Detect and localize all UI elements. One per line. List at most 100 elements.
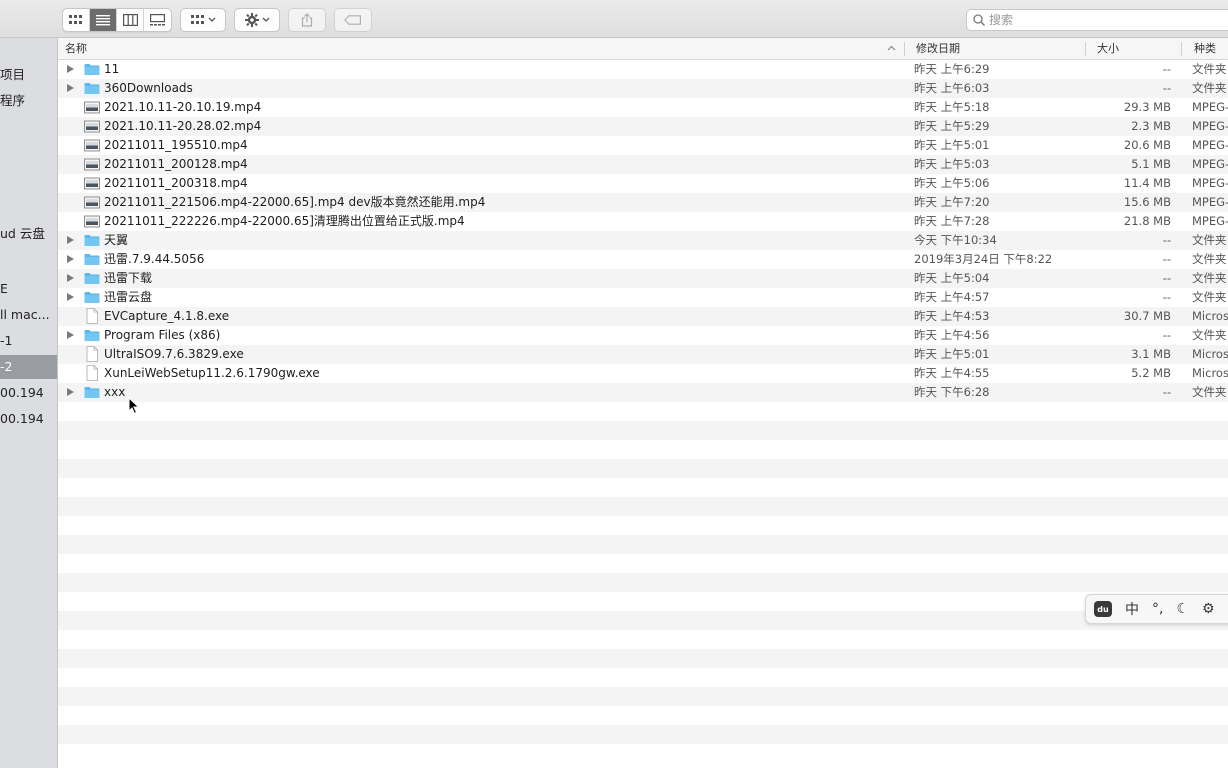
video-file-icon (84, 177, 100, 190)
folder-row[interactable]: 迅雷.7.9.44.5056 2019年3月24日 下午8:22 -- 文件夹 (58, 250, 1228, 269)
file-row[interactable]: EVCapture_4.1.8.exe 昨天 上午4:53 30.7 MB Micro… (58, 307, 1228, 326)
empty-row (58, 649, 1228, 668)
folder-row[interactable]: 迅雷云盘 昨天 上午4:57 -- 文件夹 (58, 288, 1228, 307)
file-kind: 文件夹 (1192, 271, 1227, 285)
file-name: XunLeiWebSetup11.2.6.1790gw.exe (104, 366, 320, 380)
sidebar-item-applications[interactable]: 程序 (0, 89, 57, 113)
file-date: 昨天 上午5:01 (914, 347, 990, 361)
sidebar-item-label: E (0, 281, 8, 296)
file-row[interactable]: XunLeiWebSetup11.2.6.1790gw.exe 昨天 上午4:55… (58, 364, 1228, 383)
tag-icon (344, 15, 361, 25)
file-kind: MPEG- (1192, 100, 1228, 114)
disclosure-triangle-icon[interactable] (67, 236, 74, 244)
file-name: 迅雷.7.9.44.5056 (104, 252, 205, 266)
empty-row (58, 402, 1228, 421)
column-header-kind[interactable]: 种类 (1194, 38, 1216, 59)
folder-row[interactable]: xxx 昨天 下午6:28 -- 文件夹 (58, 383, 1228, 402)
file-kind: 文件夹 (1192, 81, 1227, 95)
disclosure-triangle-icon[interactable] (67, 255, 74, 263)
icon-view-icon (69, 15, 82, 24)
folder-row[interactable]: 11 昨天 上午6:29 -- 文件夹 (58, 60, 1228, 79)
empty-row (58, 725, 1228, 744)
empty-row (58, 440, 1228, 459)
sidebar-item-label: 项目 (0, 67, 26, 82)
search-field[interactable] (966, 9, 1228, 31)
column-divider[interactable] (1181, 42, 1182, 56)
ime-punctuation-toggle[interactable]: °, (1152, 601, 1163, 617)
folder-row[interactable]: 迅雷下载 昨天 上午5:04 -- 文件夹 (58, 269, 1228, 288)
empty-row (58, 668, 1228, 687)
file-name: EVCapture_4.1.8.exe (104, 309, 230, 323)
file-name: 360Downloads (104, 81, 193, 95)
action-menu-button[interactable] (234, 8, 280, 32)
disclosure-triangle-icon[interactable] (67, 65, 74, 73)
file-name: 迅雷云盘 (104, 290, 153, 304)
file-row[interactable]: 20211011_200128.mp4 昨天 上午5:03 5.1 MB MPEG- (58, 155, 1228, 174)
icon-view-button[interactable] (63, 9, 90, 31)
disclosure-triangle-icon[interactable] (67, 84, 74, 92)
document-file-icon (86, 346, 98, 362)
file-kind: Micros (1192, 366, 1228, 380)
column-view-button[interactable] (117, 9, 144, 31)
toolbar (0, 0, 1228, 38)
file-row[interactable]: 20211011_195510.mp4 昨天 上午5:01 20.6 MB MPEG- (58, 136, 1228, 155)
video-file-icon (84, 120, 100, 133)
gear-icon[interactable]: ⚙ (1202, 601, 1215, 617)
sidebar-item-2-selected[interactable]: -2 (0, 355, 57, 379)
sidebar-item-server-1[interactable]: 00.194 (0, 381, 57, 405)
baidu-ime-logo-icon[interactable]: du (1094, 601, 1112, 617)
moon-icon[interactable]: ☾ (1176, 601, 1189, 617)
file-date: 昨天 上午4:57 (914, 290, 990, 304)
file-row[interactable]: 20211011_200318.mp4 昨天 上午5:06 11.4 MB MPEG- (58, 174, 1228, 193)
empty-row (58, 421, 1228, 440)
file-size: 2.3 MB (1131, 119, 1171, 133)
ime-language-toggle[interactable]: 中 (1125, 599, 1139, 619)
sidebar-item-server-2[interactable]: 00.194 (0, 407, 57, 431)
file-row[interactable]: 2021.10.11-20.28.02.mp4 昨天 上午5:29 2.3 MB MP… (58, 117, 1228, 136)
disclosure-triangle-icon[interactable] (67, 388, 74, 396)
sidebar-item-label: -2 (0, 359, 13, 374)
gallery-view-button[interactable] (144, 9, 171, 31)
file-name: 20211011_222226.mp4-22000.65]清理腾出位置给正式版.… (104, 214, 465, 228)
folder-row[interactable]: Program Files (x86) 昨天 上午4:56 -- 文件夹 (58, 326, 1228, 345)
sidebar-item-label: 00.194 (0, 411, 44, 426)
group-by-button[interactable] (180, 8, 226, 32)
disclosure-triangle-icon[interactable] (67, 274, 74, 282)
disclosure-triangle-icon[interactable] (67, 293, 74, 301)
sidebar-item-icloud-drive[interactable]: ud 云盘 (0, 222, 57, 246)
disclosure-triangle-icon[interactable] (67, 331, 74, 339)
sidebar-item-install-mac[interactable]: ll mac... (0, 303, 57, 327)
folder-icon (84, 235, 100, 246)
file-kind: Micros (1192, 347, 1228, 361)
folder-icon (84, 254, 100, 265)
column-header-name[interactable]: 名称 (65, 38, 87, 59)
folder-row[interactable]: 360Downloads 昨天 上午6:03 -- 文件夹 (58, 79, 1228, 98)
file-row[interactable]: 20211011_222226.mp4-22000.65]清理腾出位置给正式版.… (58, 212, 1228, 231)
file-kind: 文件夹 (1192, 62, 1227, 76)
tag-button[interactable] (334, 8, 372, 32)
column-header-size[interactable]: 大小 (1097, 38, 1119, 59)
file-name: Program Files (x86) (104, 328, 221, 342)
file-row[interactable]: 20211011_221506.mp4-22000.65].mp4 dev版本竟… (58, 193, 1228, 212)
file-date: 昨天 上午5:03 (914, 157, 990, 171)
sidebar-item-1[interactable]: -1 (0, 329, 57, 353)
list-view-icon (96, 15, 110, 26)
file-list: 11 昨天 上午6:29 -- 文件夹 360Downloads 昨天 上午6:03 -- 文… (58, 60, 1228, 768)
list-view-button[interactable] (90, 9, 117, 31)
sidebar-item-label: 程序 (0, 93, 26, 108)
share-button[interactable] (288, 8, 326, 32)
video-file-icon (84, 158, 100, 171)
column-divider[interactable] (904, 42, 905, 56)
empty-row (58, 554, 1228, 573)
folder-icon (84, 83, 100, 94)
search-input[interactable] (989, 13, 1209, 27)
file-size: -- (1162, 81, 1171, 95)
empty-row (58, 744, 1228, 763)
folder-row[interactable]: 天翼 今天 下午10:34 -- 文件夹 (58, 231, 1228, 250)
sidebar-item-recents[interactable]: 项目 (0, 63, 57, 87)
column-header-date[interactable]: 修改日期 (916, 38, 960, 59)
file-row[interactable]: 2021.10.11-20.10.19.mp4 昨天 上午5:18 29.3 MB M… (58, 98, 1228, 117)
sidebar-item-e[interactable]: E (0, 277, 57, 301)
column-divider[interactable] (1085, 42, 1086, 56)
file-row[interactable]: UltraISO9.7.6.3829.exe 昨天 上午5:01 3.1 MB Mic… (58, 345, 1228, 364)
